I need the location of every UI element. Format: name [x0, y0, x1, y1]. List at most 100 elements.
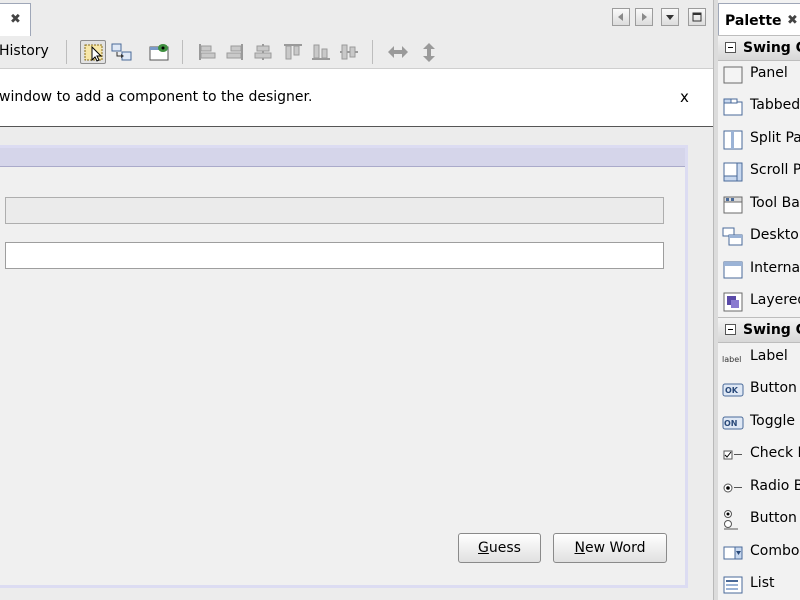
panel-icon	[723, 66, 743, 84]
guess-label: uess	[488, 540, 521, 556]
palette-item-label: Interna	[750, 260, 800, 276]
scroll-tabs-right-button[interactable]	[635, 8, 653, 26]
align-left-button[interactable]	[194, 40, 220, 64]
toolbar-separator	[182, 40, 183, 64]
editor-tab-active[interactable]: ✖	[0, 3, 31, 36]
palette-item-label: Button G	[750, 510, 800, 526]
checkbox-icon	[723, 450, 742, 460]
center-horizontal-icon	[254, 44, 272, 60]
palette-item-label: Desktop	[750, 227, 800, 243]
palette-item-layered-pane[interactable]: Layered	[718, 285, 800, 317]
palette-item-label: Layered	[750, 292, 800, 308]
align-left-icon	[199, 44, 216, 60]
palette-item-tabbed-pane[interactable]: Tabbed	[718, 90, 800, 122]
palette-item-radio-button[interactable]: Radio B	[718, 471, 800, 503]
tool-bar-icon	[723, 196, 743, 214]
collapse-icon	[725, 42, 736, 53]
svg-text:ON: ON	[724, 419, 738, 428]
center-vertically-button[interactable]	[336, 40, 362, 64]
palette-item-panel[interactable]: Panel	[718, 58, 800, 90]
change-horizontal-resizability-button[interactable]	[384, 40, 410, 64]
resize-horizontal-icon	[388, 46, 408, 58]
center-vertical-icon	[340, 44, 358, 60]
guess-mnemonic: G	[478, 540, 489, 556]
palette-item-label: Combo	[750, 543, 800, 559]
connection-mode-button[interactable]	[108, 40, 134, 64]
palette-title: Palette	[725, 13, 782, 29]
design-form-frame[interactable]: Guess New Word	[0, 145, 688, 588]
align-top-icon	[284, 44, 302, 60]
new-word-button[interactable]: New Word	[553, 533, 667, 563]
palette-item-label: Label	[750, 348, 788, 364]
scroll-tabs-left-button[interactable]	[612, 8, 630, 26]
palette-item-scroll-pane[interactable]: Scroll Pa	[718, 155, 800, 187]
close-palette-icon[interactable]: ✖	[787, 13, 798, 28]
svg-text:OK: OK	[725, 386, 739, 395]
palette-item-desktop-pane[interactable]: Desktop	[718, 220, 800, 252]
guess-input[interactable]	[5, 242, 664, 269]
palette-item-split-pane[interactable]: Split Pa	[718, 123, 800, 155]
align-bottom-button[interactable]	[308, 40, 334, 64]
radio-button-icon	[723, 483, 742, 493]
designer-toolbar: History	[0, 36, 713, 69]
form-title-bar	[0, 148, 685, 167]
history-tab[interactable]: History	[0, 43, 49, 59]
palette-item-button-group[interactable]: Button G	[718, 503, 800, 535]
guess-button[interactable]: Guess	[458, 533, 541, 563]
palette-item-label: Check B	[750, 445, 800, 461]
palette-item-toggle-button[interactable]: ON Toggle B	[718, 406, 800, 438]
internal-frame-icon	[723, 261, 743, 279]
editor-tab-strip: ✖	[0, 0, 713, 37]
category-label: Swing C	[743, 40, 800, 56]
preview-eye-icon	[149, 44, 169, 61]
selection-mode-button[interactable]	[80, 40, 106, 64]
toggle-on-icon: ON	[722, 416, 744, 430]
close-tab-icon[interactable]: ✖	[10, 12, 21, 27]
arrow-right-icon	[642, 13, 647, 21]
word-display-field[interactable]	[5, 197, 664, 224]
palette-item-button[interactable]: OK Button	[718, 373, 800, 405]
resize-vertical-icon	[423, 43, 435, 62]
palette-item-tool-bar[interactable]: Tool Ba	[718, 188, 800, 220]
palette-category-swing-controls[interactable]: Swing C	[718, 317, 800, 343]
tabbed-pane-icon	[723, 98, 743, 116]
palette-item-label: Radio B	[750, 478, 800, 494]
scroll-pane-icon	[723, 162, 743, 182]
align-bottom-icon	[312, 44, 330, 60]
desktop-pane-icon	[722, 227, 743, 246]
label-icon: label	[722, 355, 741, 364]
change-vertical-resizability-button[interactable]	[416, 40, 442, 64]
button-ok-icon: OK	[722, 383, 744, 397]
palette-tab[interactable]: Palette ✖	[718, 3, 800, 36]
connection-icon	[111, 43, 132, 61]
align-right-button[interactable]	[222, 40, 248, 64]
palette-item-label: Tool Ba	[750, 195, 800, 211]
show-opened-documents-button[interactable]	[661, 8, 679, 26]
center-horizontally-button[interactable]	[250, 40, 276, 64]
palette-item-label: Split Pa	[750, 130, 800, 146]
palette-item-label-component[interactable]: label Label	[718, 341, 800, 373]
palette-item-list[interactable]: List	[718, 568, 800, 600]
designer-hint-banner: window to add a component to the designe…	[0, 69, 713, 127]
palette-item-label: List	[750, 575, 775, 591]
palette-item-label: Panel	[750, 65, 788, 81]
button-group-icon	[724, 510, 738, 530]
layered-pane-icon	[723, 292, 743, 312]
palette-panel: Palette ✖ Swing C Panel Tabbed Split Pa …	[718, 0, 800, 600]
palette-item-internal-frame[interactable]: Interna	[718, 253, 800, 285]
close-hint-button[interactable]: x	[680, 88, 689, 106]
maximize-window-button[interactable]	[688, 8, 706, 26]
palette-item-check-box[interactable]: Check B	[718, 438, 800, 470]
maximize-icon	[692, 12, 702, 22]
chevron-down-icon	[666, 15, 674, 20]
preview-design-button[interactable]	[146, 40, 172, 64]
hint-text: window to add a component to the designe…	[0, 89, 313, 105]
category-label: Swing C	[743, 322, 800, 338]
combo-box-icon	[723, 546, 743, 560]
align-top-button[interactable]	[280, 40, 306, 64]
svg-text:label: label	[722, 355, 741, 364]
toolbar-separator	[66, 40, 67, 64]
selection-cursor-icon	[84, 44, 103, 62]
list-icon	[723, 576, 743, 594]
palette-item-combo-box[interactable]: Combo	[718, 536, 800, 568]
